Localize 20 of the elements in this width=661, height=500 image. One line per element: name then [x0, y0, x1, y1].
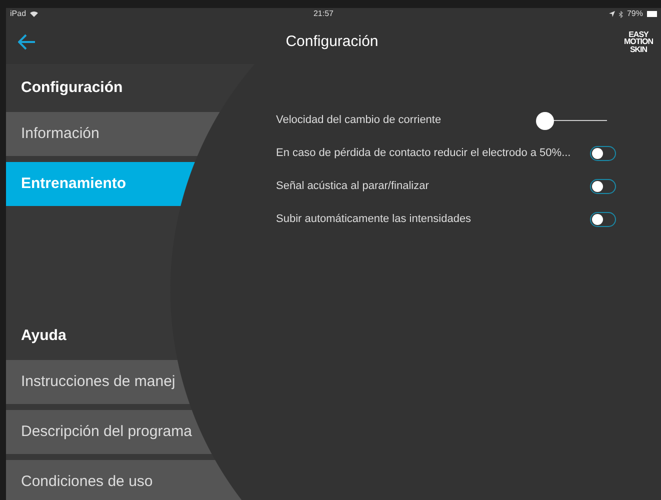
device-name: iPad: [10, 8, 26, 20]
section-heading: Ayuda: [21, 326, 66, 346]
battery-percent: 79%: [626, 8, 643, 20]
toggle-switch[interactable]: [590, 146, 616, 161]
setting-label: En caso de pérdida de contacto reducir el electrodo a 50%...: [276, 146, 571, 162]
setting-label: Subir automáticamente las intensidades: [276, 212, 472, 228]
screen-title: Configuración: [286, 32, 378, 52]
location-icon: [608, 11, 615, 17]
wifi-icon: [30, 11, 38, 17]
section-heading: Configuración: [21, 78, 123, 98]
slider-thumb[interactable]: [536, 112, 554, 130]
clock: 21:57: [312, 8, 335, 20]
toggle-switch[interactable]: [590, 212, 616, 227]
brand-logo: EASY MOTION SKIN: [624, 31, 653, 53]
setting-label: Velocidad del cambio de corriente: [276, 113, 442, 128]
toggle-switch[interactable]: [590, 179, 616, 194]
bluetooth-icon: [618, 10, 623, 18]
setting-label: Señal acústica al parar/finalizar: [276, 179, 429, 194]
back-icon: [18, 34, 36, 50]
battery-icon: [647, 11, 657, 17]
